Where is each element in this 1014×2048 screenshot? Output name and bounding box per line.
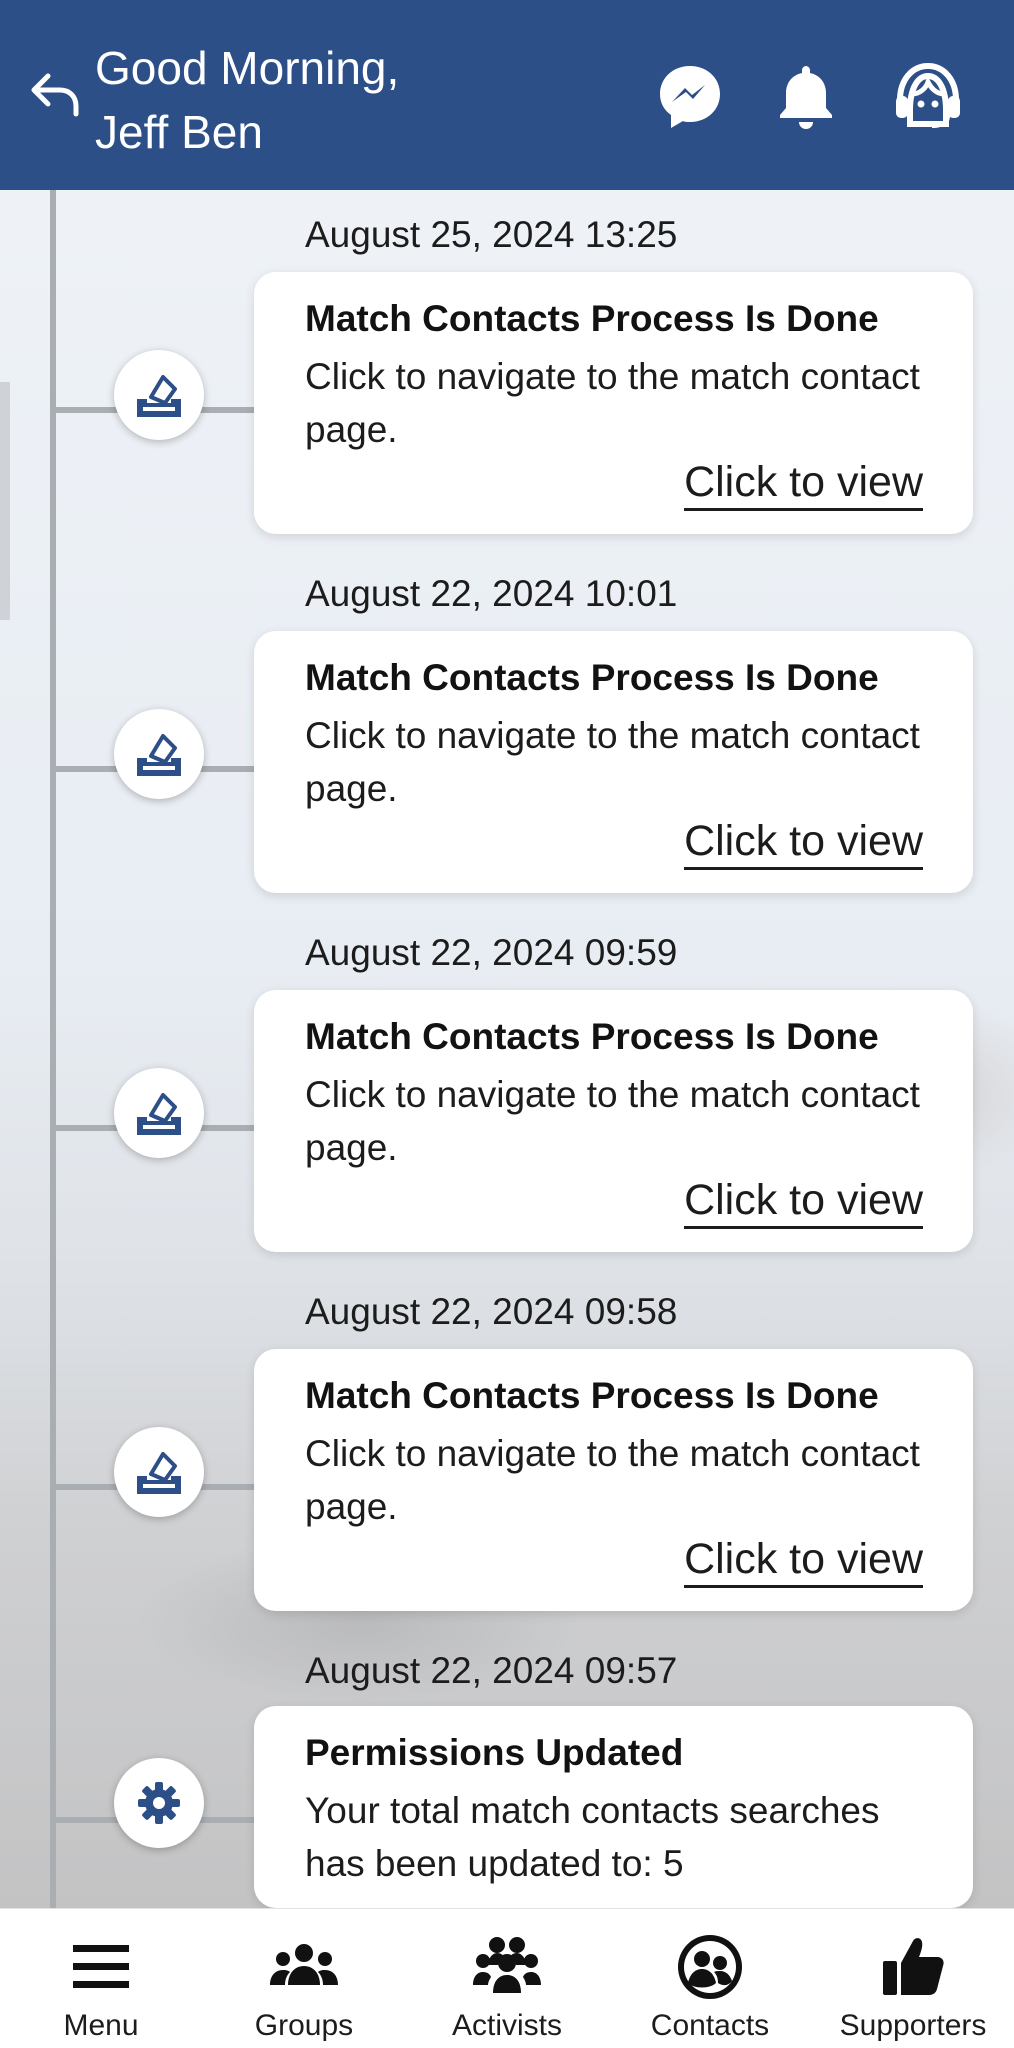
notification-card[interactable]: Match Contacts Process Is Done Click to … (254, 272, 973, 534)
notification-card[interactable]: Match Contacts Process Is Done Click to … (254, 631, 973, 893)
nav-supporters[interactable]: Supporters (823, 1909, 1003, 2048)
app-header: Good Morning, Jeff Ben (0, 0, 1014, 190)
entry-date: August 22, 2024 10:01 (305, 573, 678, 614)
entry-date: August 25, 2024 13:25 (305, 214, 678, 255)
nav-activists[interactable]: Activists (417, 1909, 597, 2048)
notification-title: Match Contacts Process Is Done (305, 657, 879, 698)
click-to-view-link[interactable]: Click to view (684, 456, 923, 511)
gear-icon (114, 1758, 204, 1848)
entry-date: August 22, 2024 09:57 (305, 1650, 678, 1691)
click-to-view-link[interactable]: Click to view (684, 815, 923, 870)
nav-label: Menu (63, 2009, 139, 2042)
scroll-indicator[interactable] (0, 382, 10, 620)
ballot-box-icon (114, 1068, 204, 1158)
timeline-line (50, 190, 56, 1908)
support-agent-icon[interactable] (892, 60, 964, 132)
entry-date: August 22, 2024 09:59 (305, 932, 678, 973)
activists-icon (471, 1931, 543, 2003)
notification-body: Click to navigate to the match contact p… (305, 356, 920, 450)
thumbs-up-icon (877, 1931, 949, 2003)
notification-card[interactable]: Match Contacts Process Is Done Click to … (254, 1349, 973, 1611)
nav-label: Groups (254, 2009, 354, 2042)
notification-title: Permissions Updated (305, 1732, 684, 1773)
entry-date: August 22, 2024 09:58 (305, 1291, 678, 1332)
nav-label: Activists (451, 2009, 562, 2042)
notification-card[interactable]: Match Contacts Process Is Done Click to … (254, 990, 973, 1252)
groups-icon (268, 1931, 340, 2003)
notification-body: Click to navigate to the match contact p… (305, 1074, 920, 1168)
nav-contacts[interactable]: Contacts (620, 1909, 800, 2048)
nav-menu[interactable]: Menu (11, 1909, 191, 2048)
ballot-box-icon (114, 1427, 204, 1517)
notification-title: Match Contacts Process Is Done (305, 1016, 879, 1057)
hamburger-menu-icon (65, 1931, 137, 2003)
bottom-navigation: Menu Groups Activists Contacts Supporter… (0, 1908, 1014, 2048)
greeting: Good Morning, Jeff Ben (95, 36, 399, 164)
ballot-box-icon (114, 350, 204, 440)
notification-title: Match Contacts Process Is Done (305, 1375, 879, 1416)
click-to-view-link[interactable]: Click to view (684, 1533, 923, 1588)
user-name: Jeff Ben (95, 106, 263, 158)
ballot-box-icon (114, 709, 204, 799)
click-to-view-link[interactable]: Click to view (684, 1174, 923, 1229)
greeting-line-1: Good Morning, (95, 42, 400, 94)
nav-label: Contacts (650, 2009, 770, 2042)
notification-body: Click to navigate to the match contact p… (305, 715, 920, 809)
back-arrow-icon[interactable] (28, 68, 82, 122)
bell-icon[interactable] (770, 60, 842, 132)
notification-title: Match Contacts Process Is Done (305, 298, 879, 339)
nav-label: Supporters (839, 2009, 987, 2042)
notification-body: Click to navigate to the match contact p… (305, 1433, 920, 1527)
messenger-icon[interactable] (654, 60, 726, 132)
contacts-icon (674, 1931, 746, 2003)
nav-groups[interactable]: Groups (214, 1909, 394, 2048)
notification-body: Your total match contacts searches has b… (305, 1790, 880, 1884)
notification-card[interactable]: Permissions Updated Your total match con… (254, 1706, 973, 1908)
